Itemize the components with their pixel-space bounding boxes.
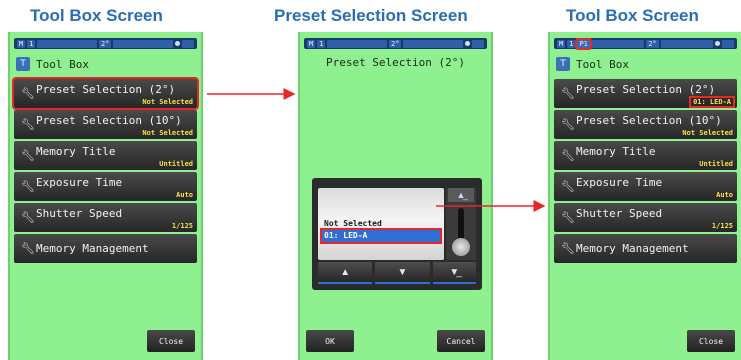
flow-arrows: [207, 88, 546, 212]
